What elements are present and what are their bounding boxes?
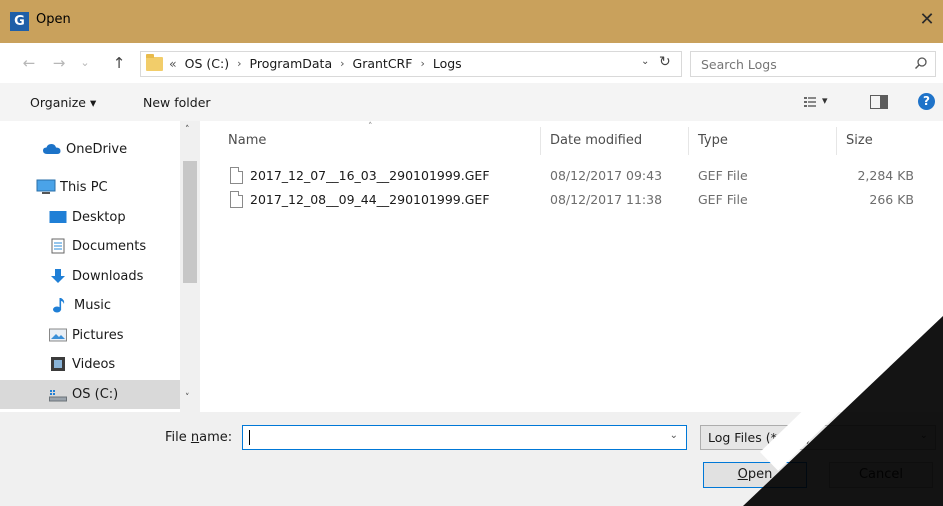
breadcrumb-item[interactable]: ProgramData	[250, 56, 333, 71]
open-access-key: O	[737, 467, 748, 482]
table-row[interactable]: 2017_12_07__16_03__290101999.GEF 08/12/2…	[222, 165, 922, 187]
sidebar-item-label: Videos	[72, 356, 116, 372]
file-size: 266 KB	[869, 192, 914, 207]
sidebar-item-documents[interactable]: Documents	[0, 233, 180, 259]
sidebar-item-onedrive[interactable]: OneDrive	[0, 136, 180, 162]
close-button[interactable]: ✕	[915, 8, 939, 32]
file-type: GEF File	[698, 192, 748, 207]
column-divider[interactable]	[836, 127, 837, 155]
sidebar-item-label: This PC	[60, 179, 108, 195]
address-bar[interactable]: « OS (C:) › ProgramData › GrantCRF › Log…	[140, 51, 682, 77]
chevron-right-icon[interactable]: ›	[420, 57, 424, 70]
sidebar-scrollbar[interactable]: ˄ ˅	[180, 121, 200, 412]
breadcrumb-item[interactable]: GrantCRF	[353, 56, 413, 71]
label-text: File	[165, 430, 191, 445]
sidebar-item-label: OS (C:)	[72, 387, 119, 402]
command-bar: Organize ▾ New folder ▾ ?	[0, 83, 943, 121]
file-icon	[230, 167, 243, 184]
cancel-button[interactable]: Cancel	[829, 462, 933, 488]
sidebar-item-this-pc[interactable]: This PC	[0, 174, 180, 200]
scroll-up-icon[interactable]: ˄	[185, 125, 190, 135]
sidebar-item-label: Pictures	[72, 327, 124, 343]
sidebar-item-label: Downloads	[72, 268, 144, 284]
scrollbar-thumb[interactable]	[183, 161, 197, 283]
sidebar-item-videos[interactable]: Videos	[0, 351, 180, 377]
file-date: 08/12/2017 09:43	[550, 168, 663, 183]
file-type-select[interactable]: Log Files (*.GEF) ⌄	[700, 425, 936, 450]
column-header-type[interactable]: Type	[698, 133, 728, 148]
refresh-icon[interactable]: ↻	[659, 54, 671, 70]
view-dropdown-icon[interactable]: ▾	[822, 94, 828, 107]
file-type: GEF File	[698, 168, 748, 183]
address-dropdown-icon[interactable]: ⌄	[641, 56, 649, 67]
search-box[interactable]	[690, 51, 936, 77]
pictures-icon	[49, 328, 67, 342]
column-divider[interactable]	[540, 127, 541, 155]
chevron-right-icon[interactable]: ›	[237, 57, 241, 70]
navigation-pane: OneDrive This PC Desktop Documents Downl…	[0, 121, 200, 412]
file-date: 08/12/2017 11:38	[550, 192, 663, 207]
cloud-icon	[43, 144, 61, 154]
file-icon	[230, 191, 243, 208]
chevron-down-icon[interactable]: ⌄	[920, 430, 928, 441]
sidebar-item-label: Desktop	[72, 209, 126, 225]
computer-icon	[36, 179, 56, 194]
preview-pane-icon[interactable]	[870, 95, 888, 109]
text-cursor	[249, 430, 250, 445]
scroll-down-icon[interactable]: ˅	[185, 393, 190, 403]
title-bar: G Open ✕	[0, 0, 943, 43]
open-button[interactable]: Open	[703, 462, 807, 488]
column-header-size[interactable]: Size	[846, 133, 873, 148]
search-icon[interactable]	[914, 56, 928, 70]
app-icon: G	[10, 12, 29, 31]
music-icon	[53, 298, 65, 313]
sidebar-item-label: OneDrive	[66, 141, 128, 157]
breadcrumb-item[interactable]: Logs	[433, 56, 462, 71]
label-text: ame:	[199, 430, 233, 445]
file-name: 2017_12_08__09_44__290101999.GEF	[250, 192, 490, 207]
file-size: 2,284 KB	[857, 168, 914, 183]
breadcrumb-item[interactable]: OS (C:)	[185, 56, 229, 71]
recent-locations-button[interactable]: ⌄	[74, 52, 96, 74]
dialog-footer: File name: ⌄ Log Files (*.GEF) ⌄ Open Ca…	[0, 412, 943, 506]
column-header-date-modified[interactable]: Date modified	[550, 133, 642, 148]
file-list: ˄ Name Date modified Type Size 2017_12_0…	[200, 121, 943, 412]
drive-icon	[49, 389, 67, 401]
file-name: 2017_12_07__16_03__290101999.GEF	[250, 168, 490, 183]
column-divider[interactable]	[688, 127, 689, 155]
up-button[interactable]: ↑	[108, 52, 130, 74]
sidebar-item-desktop[interactable]: Desktop	[0, 204, 180, 230]
open-label: pen	[747, 467, 773, 482]
file-name-label: File name:	[165, 430, 232, 445]
file-type-value: Log Files (*.GEF)	[708, 430, 811, 445]
download-icon	[51, 269, 65, 283]
sidebar-item-label: Documents	[72, 238, 147, 254]
videos-icon	[51, 357, 65, 371]
column-header-name[interactable]: Name	[228, 133, 266, 148]
label-access-key: n	[190, 430, 200, 445]
new-folder-button[interactable]: New folder	[143, 95, 211, 110]
file-name-input[interactable]: ⌄	[242, 425, 687, 450]
breadcrumb: « OS (C:) › ProgramData › GrantCRF › Log…	[169, 56, 462, 71]
documents-icon	[51, 238, 65, 254]
chevron-down-icon[interactable]: ⌄	[670, 430, 678, 441]
sidebar-item-os-c[interactable]: OS (C:)	[0, 380, 180, 409]
table-row[interactable]: 2017_12_08__09_44__290101999.GEF 08/12/2…	[222, 189, 922, 211]
organize-menu[interactable]: Organize ▾	[30, 95, 96, 110]
help-icon[interactable]: ?	[918, 93, 935, 110]
folder-icon	[146, 54, 163, 71]
search-input[interactable]	[701, 55, 901, 73]
sidebar-item-label: Music	[74, 297, 111, 313]
sidebar-item-music[interactable]: Music	[0, 292, 180, 318]
chevron-right-icon[interactable]: ›	[340, 57, 344, 70]
breadcrumb-overflow[interactable]: «	[169, 56, 177, 71]
desktop-icon	[49, 211, 67, 223]
window-title: Open	[36, 12, 71, 27]
forward-button[interactable]: →	[48, 52, 70, 74]
back-button[interactable]: ←	[18, 52, 40, 74]
sidebar-item-downloads[interactable]: Downloads	[0, 263, 180, 289]
navigation-bar: ← → ⌄ ↑ « OS (C:) › ProgramData › GrantC…	[0, 43, 943, 83]
sort-ascending-icon: ˄	[368, 122, 373, 132]
sidebar-item-pictures[interactable]: Pictures	[0, 322, 180, 348]
